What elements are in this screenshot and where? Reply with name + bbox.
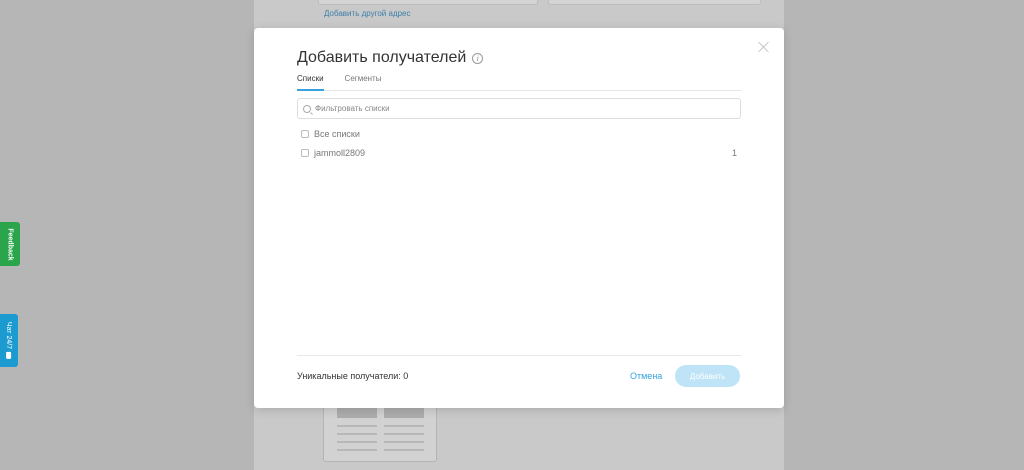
unique-recipients-count: Уникальные получатели: 0 <box>297 371 409 381</box>
cancel-button[interactable]: Отмена <box>630 371 662 381</box>
list-item-label: Все списки <box>314 129 360 139</box>
list-checkbox[interactable] <box>301 130 309 138</box>
feedback-tab[interactable]: Feedback <box>0 222 20 266</box>
modal-footer-divider <box>297 355 741 356</box>
list-item-all[interactable]: Все списки <box>301 128 737 140</box>
recipient-tabs: Списки Сегменты <box>297 72 741 91</box>
add-button[interactable]: Добавить <box>675 365 740 387</box>
info-icon[interactable]: i <box>472 52 484 64</box>
modal-title: Добавить получателей <box>297 49 467 66</box>
list-checkbox[interactable] <box>301 149 309 157</box>
list-item[interactable]: jammoll2809 1 <box>301 147 737 159</box>
close-icon[interactable] <box>758 41 770 53</box>
tab-lists[interactable]: Списки <box>297 72 324 91</box>
filter-lists-input[interactable] <box>315 104 735 113</box>
add-recipients-modal: Добавить получателей i Списки Сегменты В… <box>254 28 784 408</box>
filter-lists-field[interactable] <box>297 98 741 119</box>
background-add-address-link: Добавить другой адрес <box>324 9 411 18</box>
tab-segments[interactable]: Сегменты <box>345 72 382 90</box>
background-email-field <box>318 0 538 5</box>
list-item-count: 1 <box>731 148 737 158</box>
background-field <box>548 0 761 5</box>
modal-header: Добавить получателей i <box>297 49 484 67</box>
search-icon <box>303 104 311 113</box>
chat-bubble-icon <box>6 352 12 360</box>
feedback-label: Feedback <box>6 227 14 261</box>
list-item-label: jammoll2809 <box>314 148 366 158</box>
chat-label: Чат 24/7 <box>5 321 13 350</box>
chat-tab[interactable]: Чат 24/7 <box>0 314 18 367</box>
